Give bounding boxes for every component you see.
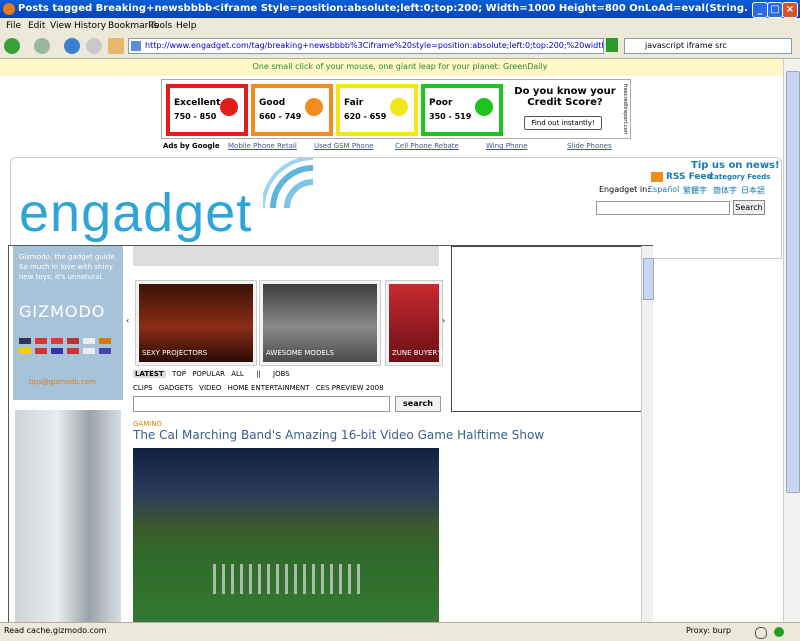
injected-iframe: Gizmodo, the gadget guide. So much in lo…: [8, 245, 654, 622]
lang-zh-cn[interactable]: 簡体字: [713, 185, 737, 196]
minimize-button[interactable]: _: [752, 2, 768, 18]
greendaily-banner[interactable]: One small click of your mouse, one giant…: [0, 59, 800, 76]
carousel-next-icon[interactable]: ›: [442, 316, 445, 325]
tab-latest[interactable]: LATEST: [133, 370, 166, 378]
iframe-scroll-thumb[interactable]: [643, 258, 654, 300]
gizmodo-search-button[interactable]: search: [395, 396, 441, 412]
feed-icon: [131, 41, 141, 51]
title-bar: Posts tagged Breaking+newsbbbb<iframe St…: [0, 0, 800, 18]
proxy-status[interactable]: Proxy: burp: [686, 626, 731, 635]
engadget-header: engadget Tip us on news! RSS Feed Catego…: [10, 157, 782, 259]
credit-question: Do you know your Credit Score?: [514, 86, 616, 108]
forward-icon[interactable]: [34, 38, 50, 54]
rss-icon: [651, 172, 663, 182]
band-formation: [213, 564, 363, 594]
credit-sponsor-label: freecreditreport.com: [622, 84, 628, 134]
lang-es[interactable]: Español: [648, 185, 679, 194]
credit-tile-good: Good 660 - 749: [251, 84, 333, 136]
tab-top[interactable]: TOP: [172, 370, 186, 378]
iframe-scrollbar[interactable]: [641, 246, 654, 622]
search-input[interactable]: javascript iframe src: [624, 38, 792, 54]
ad-link[interactable]: Used GSM Phone: [314, 142, 374, 150]
menu-bar: File Edit View History Bookmarks Tools H…: [0, 18, 800, 34]
close-button[interactable]: ×: [782, 2, 798, 18]
credit-tile-poor: Poor 350 - 519: [421, 84, 503, 136]
rss-feed-link[interactable]: RSS Feed: [666, 172, 713, 182]
ad-link[interactable]: Cell Phone Rebate: [395, 142, 459, 150]
yellow-face-icon: [390, 98, 408, 116]
post-headline[interactable]: The Cal Marching Band's Amazing 16-bit V…: [133, 428, 544, 442]
category-row: CLIPS GADGETS VIDEO HOME ENTERTAINMENT C…: [133, 384, 384, 392]
green-face-icon: [475, 98, 493, 116]
tab-jobs[interactable]: JOBS: [273, 370, 290, 378]
credit-tile-excellent: Excellent 750 - 850: [166, 84, 248, 136]
gizmodo-sidebar: Gizmodo, the gadget guide. So much in lo…: [13, 246, 123, 400]
status-text: Read cache.gizmodo.com: [4, 626, 107, 635]
ad-link[interactable]: Mobile Phone Retail: [228, 142, 297, 150]
right-panel: [451, 246, 643, 412]
check-icon[interactable]: [774, 627, 784, 637]
back-icon[interactable]: [4, 38, 20, 54]
credit-score-ad[interactable]: Excellent 750 - 850 Good 660 - 749 Fair …: [161, 79, 631, 139]
find-out-button[interactable]: Find out instantly!: [524, 116, 602, 130]
gizmodo-top-bar: [133, 246, 439, 266]
ad-link[interactable]: Slide Phones: [567, 142, 612, 150]
marching-band-photo[interactable]: [133, 448, 439, 622]
engadget-search-button[interactable]: Search: [733, 200, 765, 215]
reload-icon[interactable]: [64, 38, 80, 54]
cat-home-entertainment[interactable]: HOME ENTERTAINMENT: [228, 384, 310, 392]
stop-icon[interactable]: [86, 38, 102, 54]
menu-tools[interactable]: Tools: [150, 21, 172, 31]
artwork-image: [15, 410, 121, 622]
menu-edit[interactable]: Edit: [28, 21, 45, 31]
tab-popular[interactable]: POPULAR: [192, 370, 225, 378]
ads-by-google: Ads by Google: [163, 142, 220, 150]
menu-file[interactable]: File: [6, 21, 21, 31]
tab-all[interactable]: ALL: [231, 370, 244, 378]
cat-clips[interactable]: CLIPS: [133, 384, 153, 392]
cat-ces-preview[interactable]: CES PREVIEW 2008: [316, 384, 384, 392]
carousel-prev-icon[interactable]: ‹: [126, 316, 129, 325]
cat-video[interactable]: VIDEO: [199, 384, 221, 392]
menu-help[interactable]: Help: [176, 21, 197, 31]
category-feeds-link[interactable]: Category Feeds: [709, 173, 770, 181]
maximize-button[interactable]: □: [767, 2, 783, 18]
gizmodo-tagline: Gizmodo, the gadget guide. So much in lo…: [19, 253, 117, 281]
home-icon[interactable]: [108, 38, 124, 54]
status-bar: Read cache.gizmodo.com Proxy: burp: [0, 622, 800, 641]
google-ads-row: Ads by Google Mobile Phone Retail Used G…: [161, 141, 629, 153]
tab-separator: ||: [256, 370, 261, 378]
url-input[interactable]: http://www.engadget.com/tag/breaking+new…: [128, 38, 604, 54]
gizmodo-logo[interactable]: GIZMODO: [19, 302, 105, 321]
lang-zh-tw[interactable]: 繁體字: [683, 185, 707, 196]
adblock-icon[interactable]: [755, 627, 767, 639]
gizmodo-search-input[interactable]: [133, 396, 390, 412]
engadget-in-label: Engadget in:: [599, 185, 650, 194]
engadget-search-input[interactable]: [596, 201, 730, 215]
credit-tile-fair: Fair 620 - 659: [336, 84, 418, 136]
orange-face-icon: [305, 98, 323, 116]
engadget-logo[interactable]: engadget: [19, 182, 252, 244]
flags-icon: [19, 338, 113, 362]
cat-gadgets[interactable]: GADGETS: [159, 384, 193, 392]
web-page: One small click of your mouse, one giant…: [0, 59, 800, 622]
signal-waves-icon: [263, 158, 314, 209]
ad-link[interactable]: Wing Phone: [486, 142, 528, 150]
gizmodo-email[interactable]: tips@gizmodo.com: [29, 378, 96, 386]
menu-history[interactable]: History: [74, 21, 106, 31]
red-face-icon: [220, 98, 238, 116]
window-scrollbar[interactable]: [783, 59, 800, 622]
window-title: Posts tagged Breaking+newsbbbb<iframe St…: [18, 3, 748, 14]
tip-us-link[interactable]: Tip us on news!: [691, 160, 780, 171]
menu-view[interactable]: View: [50, 21, 71, 31]
window-scroll-thumb[interactable]: [786, 71, 800, 493]
thumb-awesome-models[interactable]: AWESOME MODELS: [259, 280, 381, 366]
thumb-sexy-projectors[interactable]: SEXY PROJECTORS: [135, 280, 257, 366]
thumb-zune-guide[interactable]: ZUNE BUYER'S G: [385, 280, 451, 366]
go-button[interactable]: [606, 38, 618, 52]
post-category[interactable]: GAMING: [133, 420, 162, 428]
firefox-icon: [3, 3, 15, 15]
lang-ja[interactable]: 日本語: [741, 185, 765, 196]
tabs-row: LATEST TOP POPULAR ALL || JOBS: [133, 370, 290, 378]
